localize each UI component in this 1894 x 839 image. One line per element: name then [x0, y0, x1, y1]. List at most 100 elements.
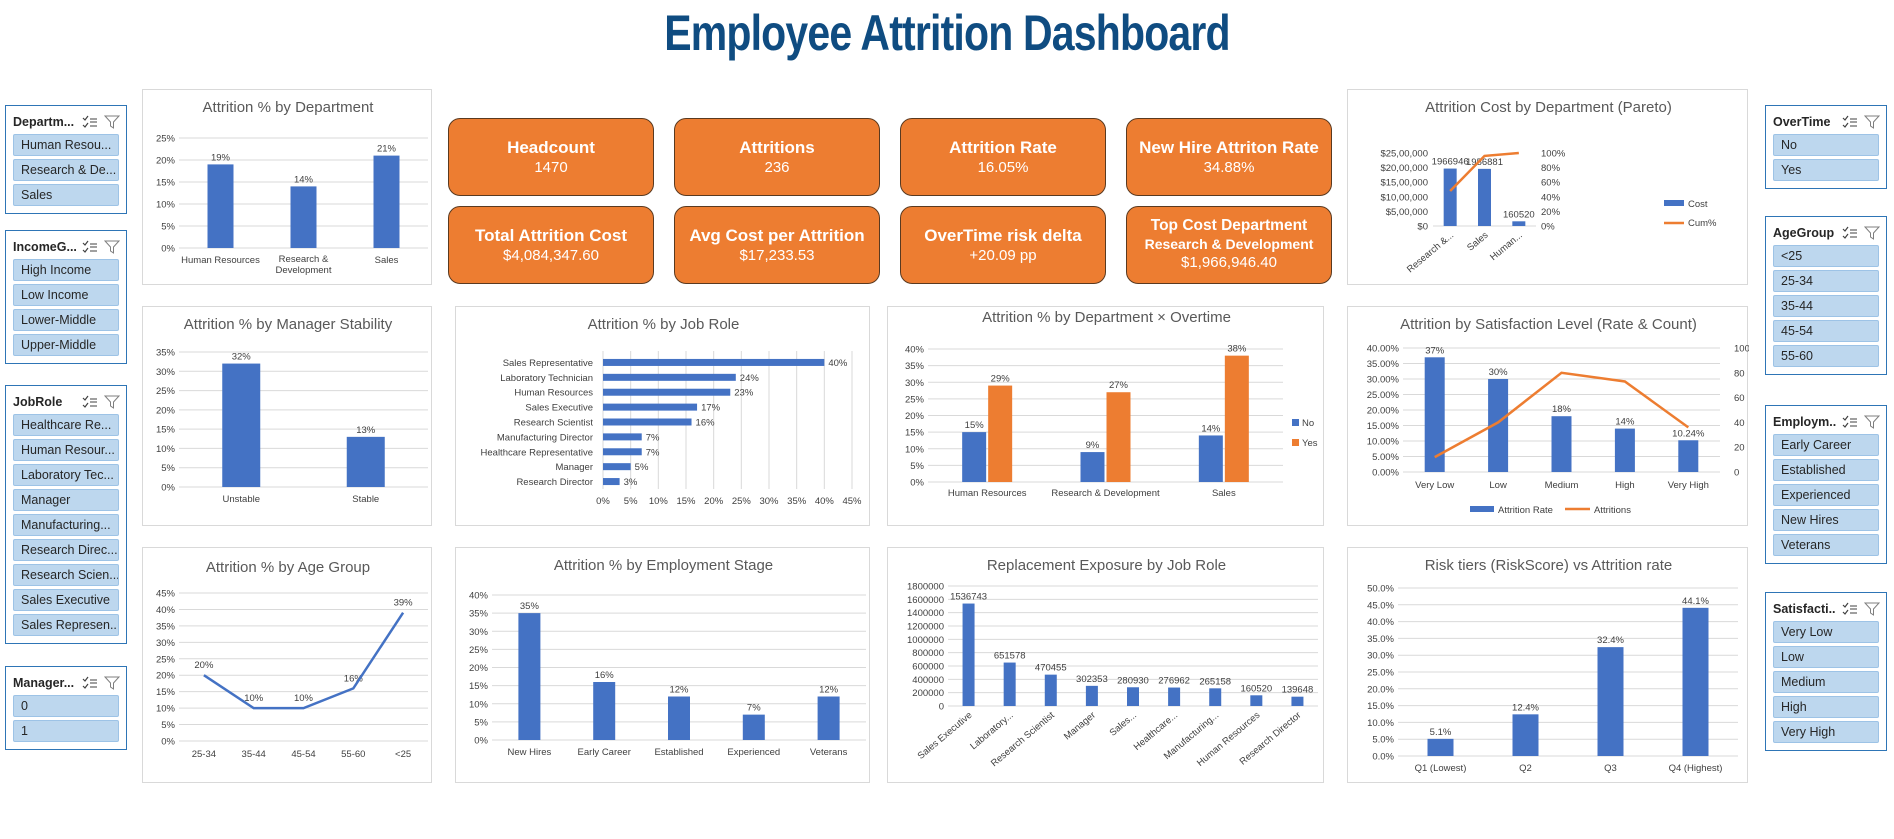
data-label: 5.1%: [1430, 727, 1452, 738]
y-tick-label: 5%: [161, 463, 175, 474]
kpi-headcount[interactable]: Headcount 1470: [448, 118, 654, 196]
x-tick-label: Q2: [1519, 763, 1532, 774]
x-tick-label: Very High: [1668, 480, 1709, 491]
x-tick-label: Sales: [1465, 230, 1490, 254]
slicer-item[interactable]: Human Resour...: [13, 439, 119, 461]
y-tick-label: 200000: [912, 688, 944, 699]
slicer-item[interactable]: Low Income: [13, 284, 119, 306]
slicer-item[interactable]: Research & De...: [13, 159, 119, 181]
slicer-item[interactable]: Laboratory Tec...: [13, 464, 119, 486]
multiselect-icon[interactable]: [1842, 226, 1858, 240]
slicer-item[interactable]: Manufacturing...: [13, 514, 119, 536]
slicer-item[interactable]: Veterans: [1773, 534, 1879, 556]
slicer-item[interactable]: Sales Executive: [13, 589, 119, 611]
clear-filter-icon[interactable]: [103, 395, 121, 409]
slicer-item[interactable]: Lower-Middle: [13, 309, 119, 331]
multiselect-icon[interactable]: [1842, 415, 1858, 429]
bar: [290, 186, 317, 248]
slicer-item[interactable]: Experienced: [1773, 484, 1879, 506]
y-tick-label: 30%: [156, 367, 176, 378]
slicer-item[interactable]: 25-34: [1773, 270, 1879, 292]
kpi-top-cost-dept[interactable]: Top Cost Department Research & Developme…: [1126, 206, 1332, 284]
data-label: 35%: [520, 601, 540, 612]
slicer-item[interactable]: Research Scien...: [13, 564, 119, 586]
data-label: 1536743: [950, 592, 987, 603]
slicer-item[interactable]: No: [1773, 134, 1879, 156]
slicer-item[interactable]: Low: [1773, 646, 1879, 668]
data-label: 23%: [734, 388, 754, 399]
slicer-item[interactable]: Established: [1773, 459, 1879, 481]
slicer-incomeg: IncomeG... High Income Low Income Lower-Mid…: [5, 230, 127, 364]
multiselect-icon[interactable]: [82, 115, 98, 129]
bar: [1478, 168, 1491, 226]
data-label: 10%: [294, 693, 314, 704]
x-tick-label: Q4 (Highest): [1669, 763, 1723, 774]
slicer-item[interactable]: <25: [1773, 245, 1879, 267]
slicer-item[interactable]: Medium: [1773, 671, 1879, 693]
y-tick-label: 25%: [469, 645, 489, 656]
multiselect-icon[interactable]: [1842, 602, 1858, 616]
kpi-attritions[interactable]: Attritions 236: [674, 118, 880, 196]
slicer-item[interactable]: 35-44: [1773, 295, 1879, 317]
y-tick-label: 25.00%: [1367, 390, 1400, 401]
slicer-item[interactable]: High Income: [13, 259, 119, 281]
y-tick-label: $25,00,000: [1380, 149, 1428, 160]
data-label: 14%: [1615, 417, 1635, 428]
slicer-item[interactable]: Sales Represen...: [13, 614, 119, 636]
slicer-item[interactable]: Research Direc...: [13, 539, 119, 561]
clear-filter-icon[interactable]: [103, 240, 121, 254]
chart-jobrole: Attrition % by Job Role 0% 5% 10% 15% 20% 25% 3…: [481, 316, 863, 507]
chart-dept: Attrition % by Department 0% 5% 10% 15% 20% 25…: [156, 99, 428, 276]
kpi-overtime-delta[interactable]: OverTime risk delta +20.09 pp: [900, 206, 1106, 284]
y-tick-label: $20,00,000: [1380, 163, 1428, 174]
slicer-item[interactable]: 45-54: [1773, 320, 1879, 342]
clear-filter-icon[interactable]: [1863, 226, 1881, 240]
bar: [603, 433, 642, 441]
slicer-item[interactable]: New Hires: [1773, 509, 1879, 531]
multiselect-icon[interactable]: [1842, 115, 1858, 129]
y2-tick-label: 40: [1734, 418, 1745, 429]
data-label: 7%: [747, 703, 761, 714]
slicer-item[interactable]: Upper-Middle: [13, 334, 119, 356]
slicer-title: Manager...: [13, 676, 75, 690]
data-label: 9%: [1086, 440, 1100, 451]
x-tick-label: 45-54: [291, 749, 315, 760]
y-tick-label: 35%: [156, 621, 176, 632]
slicer-item[interactable]: Sales: [13, 184, 119, 206]
slicer-item[interactable]: 55-60: [1773, 345, 1879, 367]
multiselect-icon[interactable]: [82, 676, 98, 690]
slicer-title: Satisfacti...: [1773, 602, 1836, 616]
slicer-item[interactable]: Very Low: [1773, 621, 1879, 643]
y2-tick-label: 20: [1734, 443, 1745, 454]
slicer-item[interactable]: Human Resou...: [13, 134, 119, 156]
clear-filter-icon[interactable]: [1863, 115, 1881, 129]
x-tick-label: Unstable: [223, 494, 261, 505]
bar: [1044, 674, 1057, 706]
clear-filter-icon[interactable]: [103, 676, 121, 690]
kpi-avg-cost[interactable]: Avg Cost per Attrition $17,233.53: [674, 206, 880, 284]
slicer-item[interactable]: Very High: [1773, 721, 1879, 743]
slicer-title: Employm...: [1773, 415, 1836, 429]
slicer-item[interactable]: High: [1773, 696, 1879, 718]
data-label: 16%: [595, 670, 615, 681]
multiselect-icon[interactable]: [82, 395, 98, 409]
y-tick-label: $0: [1417, 222, 1428, 233]
clear-filter-icon[interactable]: [1863, 415, 1881, 429]
bar: [1250, 695, 1263, 706]
chart-stage: Attrition % by Employment Stage 0% 5% 10% 15…: [469, 557, 866, 758]
slicer-item[interactable]: 0: [13, 695, 119, 717]
x-tick-label: High: [1615, 480, 1635, 491]
kpi-total-cost[interactable]: Total Attrition Cost $4,084,347.60: [448, 206, 654, 284]
kpi-attrition-rate[interactable]: Attrition Rate 16.05%: [900, 118, 1106, 196]
slicer-item[interactable]: Healthcare Re...: [13, 414, 119, 436]
clear-filter-icon[interactable]: [103, 115, 121, 129]
x-tick-label: 10%: [649, 496, 669, 507]
slicer-item[interactable]: Manager: [13, 489, 119, 511]
slicer-item[interactable]: Yes: [1773, 159, 1879, 181]
slicer-item[interactable]: 1: [13, 720, 119, 742]
slicer-item[interactable]: Early Career: [1773, 434, 1879, 456]
kpi-new-hire-rate[interactable]: New Hire Attriton Rate 34.88%: [1126, 118, 1332, 196]
clear-filter-icon[interactable]: [1863, 602, 1881, 616]
y-tick-label: 5.00%: [1372, 452, 1399, 463]
multiselect-icon[interactable]: [82, 240, 98, 254]
